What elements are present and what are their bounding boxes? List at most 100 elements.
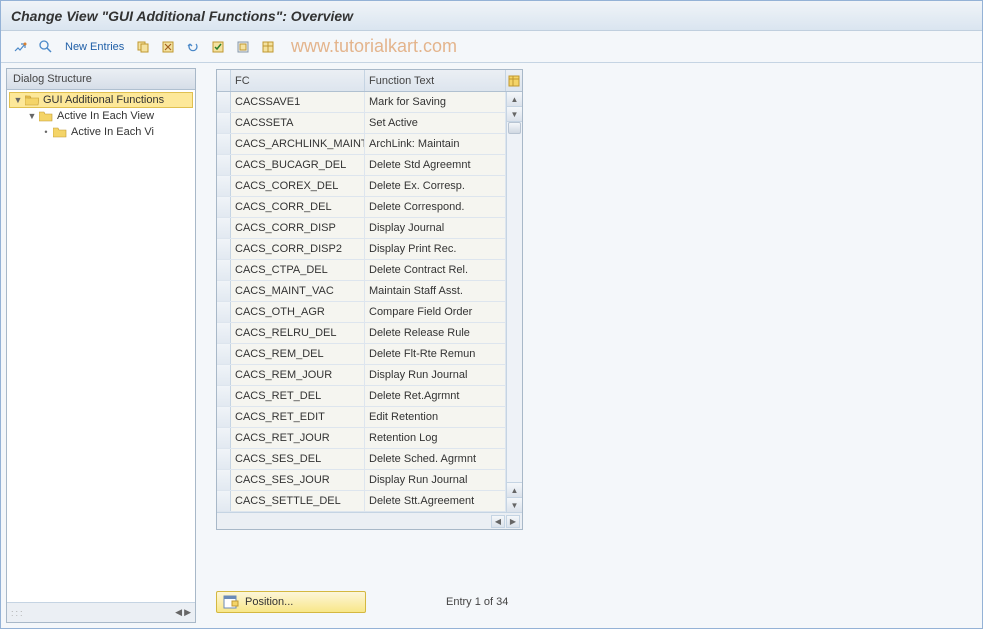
cell-fc[interactable]: CACS_CTPA_DEL	[231, 260, 365, 280]
row-selector[interactable]	[217, 113, 231, 133]
cell-fc[interactable]: CACS_SETTLE_DEL	[231, 491, 365, 511]
cell-function-text[interactable]: Delete Flt-Rte Remun	[365, 344, 506, 364]
cell-fc[interactable]: CACS_CORR_DEL	[231, 197, 365, 217]
cell-function-text[interactable]: Delete Contract Rel.	[365, 260, 506, 280]
scroll-left-icon[interactable]: ◀	[175, 607, 182, 618]
delete-icon[interactable]	[158, 37, 178, 57]
table-row[interactable]: CACS_SES_JOURDisplay Run Journal	[217, 470, 506, 491]
column-header-function-text[interactable]: Function Text	[365, 70, 506, 91]
row-selector[interactable]	[217, 407, 231, 427]
row-selector[interactable]	[217, 134, 231, 154]
cell-fc[interactable]: CACS_SES_JOUR	[231, 470, 365, 490]
cell-function-text[interactable]: Delete Release Rule	[365, 323, 506, 343]
scroll-down-icon[interactable]: ▼	[507, 107, 522, 122]
table-row[interactable]: CACS_COREX_DELDelete Ex. Corresp.	[217, 176, 506, 197]
cell-function-text[interactable]: Compare Field Order	[365, 302, 506, 322]
cell-function-text[interactable]: Display Run Journal	[365, 365, 506, 385]
cell-fc[interactable]: CACS_BUCAGR_DEL	[231, 155, 365, 175]
row-selector-header[interactable]	[217, 70, 231, 91]
cell-fc[interactable]: CACS_REM_DEL	[231, 344, 365, 364]
scrollbar-thumb[interactable]	[508, 122, 521, 134]
row-selector[interactable]	[217, 176, 231, 196]
table-row[interactable]: CACS_CORR_DISPDisplay Journal	[217, 218, 506, 239]
cell-function-text[interactable]: Maintain Staff Asst.	[365, 281, 506, 301]
scroll-down-icon[interactable]: ▼	[507, 497, 522, 512]
column-header-fc[interactable]: FC	[231, 70, 365, 91]
tree-node-child1[interactable]: ▼ Active In Each View	[9, 108, 193, 124]
row-selector[interactable]	[217, 281, 231, 301]
table-config-icon[interactable]	[506, 70, 522, 91]
cell-fc[interactable]: CACS_RET_JOUR	[231, 428, 365, 448]
row-selector[interactable]	[217, 428, 231, 448]
cell-function-text[interactable]: Display Run Journal	[365, 470, 506, 490]
row-selector[interactable]	[217, 365, 231, 385]
cell-function-text[interactable]: Delete Correspond.	[365, 197, 506, 217]
cell-function-text[interactable]: Set Active	[365, 113, 506, 133]
find-icon[interactable]	[36, 37, 56, 57]
cell-fc[interactable]: CACSSETA	[231, 113, 365, 133]
scroll-right-icon[interactable]: ▶	[506, 515, 520, 528]
new-entries-button[interactable]: New Entries	[61, 38, 128, 56]
row-selector[interactable]	[217, 239, 231, 259]
table-settings-icon[interactable]	[258, 37, 278, 57]
row-selector[interactable]	[217, 218, 231, 238]
scroll-right-icon[interactable]: ▶	[184, 607, 191, 618]
cell-fc[interactable]: CACS_ARCHLINK_MAINT	[231, 134, 365, 154]
cell-function-text[interactable]: Edit Retention	[365, 407, 506, 427]
row-selector[interactable]	[217, 449, 231, 469]
tree-node-root[interactable]: ▼ GUI Additional Functions	[9, 92, 193, 108]
cell-function-text[interactable]: Delete Std Agreemnt	[365, 155, 506, 175]
table-row[interactable]: CACS_OTH_AGRCompare Field Order	[217, 302, 506, 323]
cell-fc[interactable]: CACS_RELRU_DEL	[231, 323, 365, 343]
table-row[interactable]: CACSSAVE1Mark for Saving	[217, 92, 506, 113]
cell-fc[interactable]: CACS_MAINT_VAC	[231, 281, 365, 301]
collapse-icon[interactable]: ▼	[27, 111, 37, 121]
tree-view[interactable]: ▼ GUI Additional Functions ▼ Active In E…	[7, 90, 195, 602]
tree-node-child2[interactable]: • Active In Each Vi	[9, 124, 193, 140]
cell-fc[interactable]: CACS_COREX_DEL	[231, 176, 365, 196]
cell-fc[interactable]: CACSSAVE1	[231, 92, 365, 112]
cell-fc[interactable]: CACS_CORR_DISP2	[231, 239, 365, 259]
scroll-up-icon[interactable]: ▲	[507, 92, 522, 107]
cell-function-text[interactable]: Mark for Saving	[365, 92, 506, 112]
table-row[interactable]: CACS_SETTLE_DELDelete Stt.Agreement	[217, 491, 506, 512]
row-selector[interactable]	[217, 92, 231, 112]
copy-icon[interactable]	[133, 37, 153, 57]
row-selector[interactable]	[217, 197, 231, 217]
cell-function-text[interactable]: Delete Ex. Corresp.	[365, 176, 506, 196]
cell-fc[interactable]: CACS_OTH_AGR	[231, 302, 365, 322]
scrollbar-track[interactable]	[507, 122, 522, 482]
table-row[interactable]: CACS_RELRU_DELDelete Release Rule	[217, 323, 506, 344]
table-row[interactable]: CACS_CORR_DISP2Display Print Rec.	[217, 239, 506, 260]
cell-fc[interactable]: CACS_SES_DEL	[231, 449, 365, 469]
scroll-left-icon[interactable]: ◀	[491, 515, 505, 528]
cell-function-text[interactable]: Delete Stt.Agreement	[365, 491, 506, 511]
table-row[interactable]: CACS_RET_JOURRetention Log	[217, 428, 506, 449]
table-row[interactable]: CACS_CORR_DELDelete Correspond.	[217, 197, 506, 218]
select-all-icon[interactable]	[208, 37, 228, 57]
table-row[interactable]: CACS_ARCHLINK_MAINTArchLink: Maintain	[217, 134, 506, 155]
vertical-scrollbar[interactable]: ▲ ▼ ▲ ▼	[506, 92, 522, 512]
row-selector[interactable]	[217, 491, 231, 511]
row-selector[interactable]	[217, 155, 231, 175]
undo-icon[interactable]	[183, 37, 203, 57]
cell-function-text[interactable]: ArchLink: Maintain	[365, 134, 506, 154]
row-selector[interactable]	[217, 323, 231, 343]
toggle-display-icon[interactable]	[11, 37, 31, 57]
cell-fc[interactable]: CACS_REM_JOUR	[231, 365, 365, 385]
deselect-all-icon[interactable]	[233, 37, 253, 57]
cell-fc[interactable]: CACS_CORR_DISP	[231, 218, 365, 238]
table-row[interactable]: CACSSETASet Active	[217, 113, 506, 134]
cell-fc[interactable]: CACS_RET_DEL	[231, 386, 365, 406]
table-row[interactable]: CACS_RET_DELDelete Ret.Agrmnt	[217, 386, 506, 407]
table-row[interactable]: CACS_SES_DELDelete Sched. Agrmnt	[217, 449, 506, 470]
cell-function-text[interactable]: Display Print Rec.	[365, 239, 506, 259]
cell-function-text[interactable]: Retention Log	[365, 428, 506, 448]
cell-function-text[interactable]: Delete Ret.Agrmnt	[365, 386, 506, 406]
cell-fc[interactable]: CACS_RET_EDIT	[231, 407, 365, 427]
row-selector[interactable]	[217, 302, 231, 322]
table-row[interactable]: CACS_MAINT_VACMaintain Staff Asst.	[217, 281, 506, 302]
row-selector[interactable]	[217, 470, 231, 490]
table-row[interactable]: CACS_REM_JOURDisplay Run Journal	[217, 365, 506, 386]
cell-function-text[interactable]: Display Journal	[365, 218, 506, 238]
